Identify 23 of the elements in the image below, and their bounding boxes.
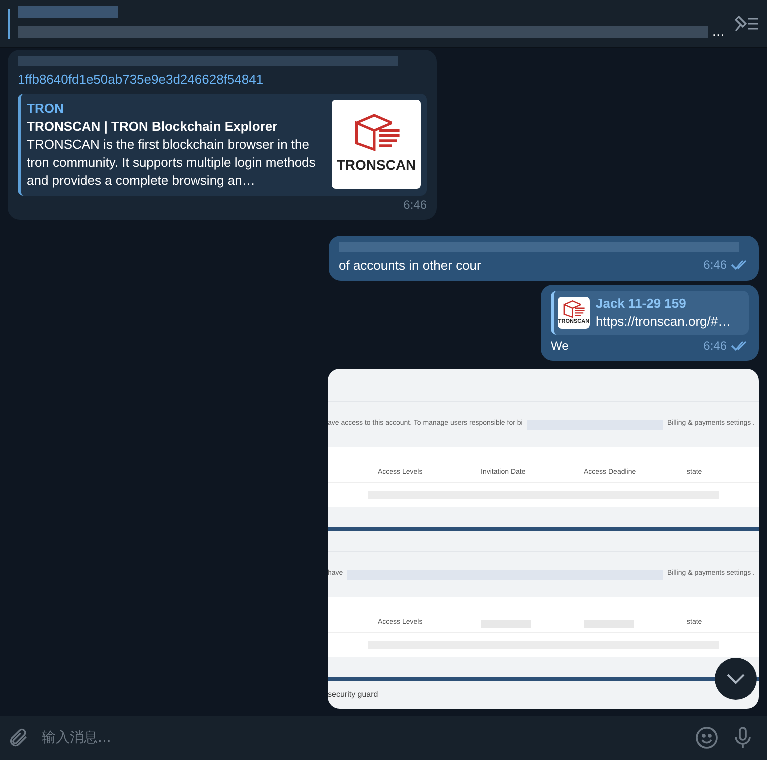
- section-label: security guard: [328, 689, 380, 701]
- message-time: 6:46: [704, 338, 727, 355]
- message-composer[interactable]: 输入消息...: [0, 716, 767, 760]
- logo-text: TRONSCAN: [336, 156, 416, 174]
- pin-list-icon[interactable]: [733, 14, 759, 34]
- pinned-text: …: [712, 22, 725, 41]
- message-text: of accounts in other cour: [339, 256, 482, 274]
- link[interactable]: 1ffb8640fd1e50ab735e9e3d246628f54841: [18, 70, 427, 90]
- message-text: We: [551, 338, 569, 355]
- message-time: 6:46: [704, 257, 727, 274]
- pinned-bar[interactable]: …: [0, 0, 767, 48]
- preview-description: TRONSCAN is the first blockchain browser in the tron community. It supports multiple login methods and provides a complete browsing an…: [27, 136, 317, 190]
- preview-site: TRON: [27, 100, 65, 118]
- attach-icon[interactable]: [8, 727, 30, 749]
- cube-logo-icon: [561, 300, 587, 318]
- chevron-down-icon: [726, 673, 746, 685]
- link-preview[interactable]: TRON TRONSCAN | TRON Blockchain Explorer TRONSCAN is the first blockchain browser in the tron community. It supports multiple login methods and provides a complete browsing an… TRONSCAN: [18, 94, 427, 196]
- emoji-icon[interactable]: [695, 726, 719, 750]
- message-time: 6:46: [404, 196, 427, 214]
- reply-author: Jack 11-29 159: [596, 295, 688, 313]
- pinned-indicator: [8, 8, 10, 38]
- preview-title: TRONSCAN | TRON Blockchain Explorer: [27, 118, 279, 136]
- reply-text: https://tronscan.org/#…: [596, 313, 732, 331]
